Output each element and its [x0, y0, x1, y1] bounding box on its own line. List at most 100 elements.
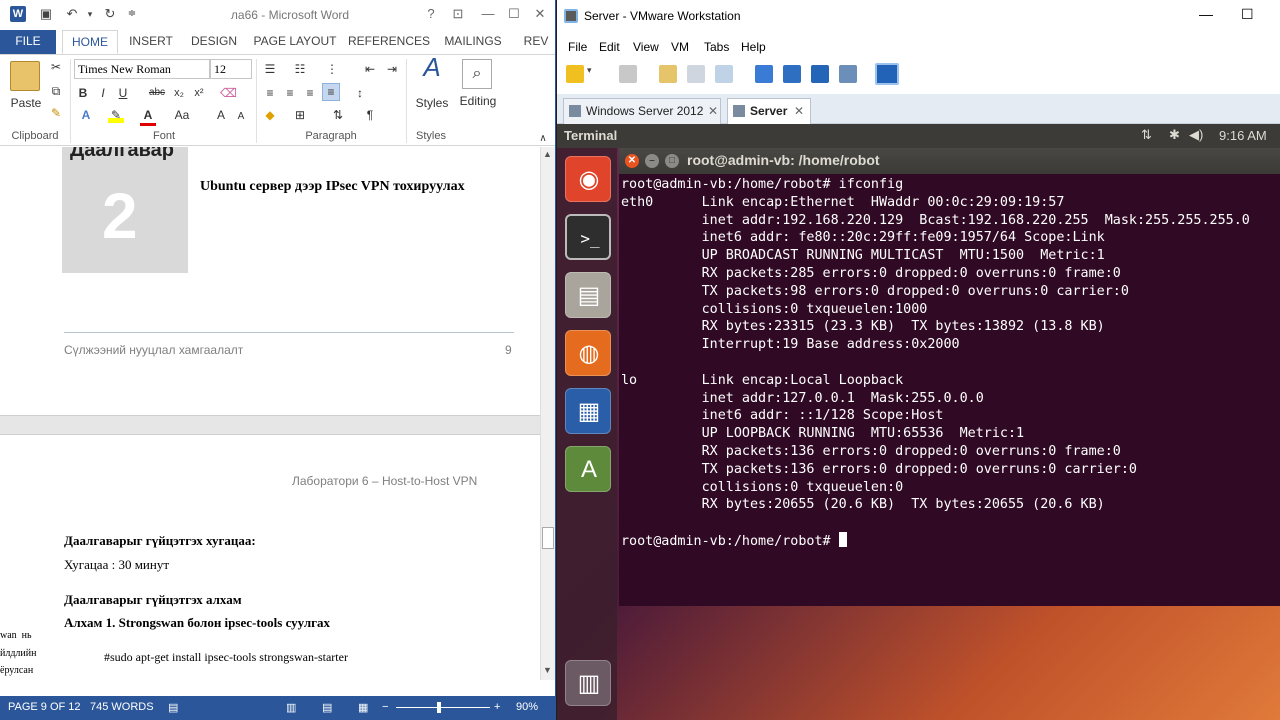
tab-close-icon[interactable]: ✕: [708, 99, 718, 123]
word-count[interactable]: 745 WORDS: [90, 701, 154, 713]
clear-formatting-icon[interactable]: ⌫: [220, 85, 237, 101]
ribbon-display-icon[interactable]: ⊡: [448, 5, 468, 23]
terminal-close-icon[interactable]: ✕: [625, 154, 639, 168]
change-case-icon[interactable]: Aa: [172, 107, 192, 123]
unity-icon[interactable]: [839, 65, 857, 83]
tab-mailings[interactable]: MAILINGS: [440, 30, 506, 54]
menu-file[interactable]: File: [568, 40, 587, 54]
zoom-slider-thumb[interactable]: [437, 702, 441, 713]
console-view-icon[interactable]: [875, 63, 899, 85]
tab-insert[interactable]: INSERT: [124, 30, 178, 54]
scroll-up-icon[interactable]: ▲: [543, 149, 552, 159]
underline-icon[interactable]: U: [116, 85, 130, 101]
tab-design[interactable]: DESIGN: [186, 30, 242, 54]
align-center-icon[interactable]: ≡: [282, 85, 298, 101]
menu-view[interactable]: View: [633, 40, 659, 54]
bold-icon[interactable]: B: [76, 85, 90, 101]
menu-vm[interactable]: VM: [671, 40, 689, 54]
web-layout-icon[interactable]: ▦: [358, 701, 368, 714]
superscript-icon[interactable]: x²: [192, 85, 206, 101]
network-icon[interactable]: ⇅: [1141, 127, 1152, 143]
vm-minimize-icon[interactable]: —: [1199, 6, 1213, 22]
print-layout-icon[interactable]: ▤: [322, 701, 332, 714]
send-ctrl-alt-del-icon[interactable]: [619, 65, 637, 83]
highlight-icon[interactable]: ✎: [108, 107, 124, 123]
bluetooth-icon[interactable]: ✱: [1169, 127, 1180, 143]
thumbnail-bar-icon[interactable]: [783, 65, 801, 83]
full-screen-icon[interactable]: [811, 65, 829, 83]
terminal-maximize-icon[interactable]: □: [665, 154, 679, 168]
justify-icon[interactable]: ≡: [322, 83, 340, 101]
multilevel-list-icon[interactable]: ⋮: [324, 61, 340, 77]
show-library-icon[interactable]: [755, 65, 773, 83]
editing-button[interactable]: Editing: [456, 93, 500, 109]
undo-icon[interactable]: ↶: [64, 6, 80, 22]
styles-icon[interactable]: A: [418, 54, 446, 80]
format-painter-icon[interactable]: ✎: [48, 105, 64, 121]
styles-button[interactable]: Styles: [410, 95, 454, 111]
menu-help[interactable]: Help: [741, 40, 766, 54]
strikethrough-icon[interactable]: abc: [146, 85, 168, 101]
files-icon[interactable]: ▤: [565, 272, 611, 318]
tab-close-icon[interactable]: ✕: [794, 99, 804, 123]
subscript-icon[interactable]: x₂: [172, 85, 186, 101]
firefox-icon[interactable]: ◍: [565, 330, 611, 376]
numbering-icon[interactable]: ☷: [292, 61, 308, 77]
undo-dropdown-icon[interactable]: ▾: [82, 6, 98, 22]
clock[interactable]: 9:16 AM: [1219, 128, 1267, 143]
dash-icon[interactable]: ◉: [565, 156, 611, 202]
italic-icon[interactable]: I: [96, 85, 110, 101]
zoom-in-icon[interactable]: +: [494, 701, 500, 713]
text-effects-icon[interactable]: A: [78, 107, 94, 123]
document-area[interactable]: Даалгавар 2 Ubuntu сервер дээр IPsec VPN…: [0, 147, 540, 680]
close-icon[interactable]: ✕: [530, 5, 550, 23]
paste-icon[interactable]: [10, 61, 40, 91]
trash-icon[interactable]: ▥: [565, 660, 611, 706]
redo-icon[interactable]: ↻: [102, 6, 118, 22]
copy-icon[interactable]: ⧉: [48, 83, 64, 99]
decrease-indent-icon[interactable]: ⇤: [362, 61, 378, 77]
tab-server[interactable]: Server ✕: [727, 98, 811, 124]
terminal-minimize-icon[interactable]: –: [645, 154, 659, 168]
tab-windows-server[interactable]: Windows Server 2012 ✕: [563, 98, 721, 124]
page-count[interactable]: PAGE 9 OF 12: [8, 701, 81, 713]
writer-icon[interactable]: ▦: [565, 388, 611, 434]
bullets-icon[interactable]: ☰: [262, 61, 278, 77]
snapshot-manager-icon[interactable]: [715, 65, 733, 83]
pause-icon[interactable]: [566, 65, 584, 83]
help-icon[interactable]: ?: [421, 5, 441, 23]
shrink-font-icon[interactable]: A: [234, 109, 248, 125]
zoom-level[interactable]: 90%: [516, 701, 538, 713]
read-mode-icon[interactable]: ▥: [286, 701, 296, 714]
show-marks-icon[interactable]: ¶: [362, 107, 378, 123]
tab-page-layout[interactable]: PAGE LAYOUT: [252, 30, 338, 54]
shading-icon[interactable]: ◆: [262, 107, 278, 123]
vertical-scrollbar[interactable]: ▲ ▼: [540, 147, 555, 680]
tab-file[interactable]: FILE: [0, 30, 56, 54]
snapshot-icon[interactable]: [659, 65, 677, 83]
maximize-icon[interactable]: ☐: [504, 5, 524, 23]
menu-tabs[interactable]: Tabs: [704, 40, 729, 54]
customize-qat-icon[interactable]: ≑: [124, 6, 140, 22]
font-color-icon[interactable]: A: [140, 107, 156, 126]
power-dropdown-icon[interactable]: ▾: [587, 65, 595, 83]
sort-icon[interactable]: ⇅: [330, 107, 346, 123]
revert-snapshot-icon[interactable]: [687, 65, 705, 83]
proofing-icon[interactable]: ▤: [168, 701, 178, 714]
save-icon[interactable]: ▣: [38, 6, 54, 22]
menu-edit[interactable]: Edit: [599, 40, 620, 54]
tab-home[interactable]: HOME: [62, 30, 118, 54]
line-spacing-icon[interactable]: ↕: [352, 85, 368, 101]
align-left-icon[interactable]: ≡: [262, 85, 278, 101]
zoom-slider[interactable]: [396, 707, 490, 708]
ubuntu-desktop[interactable]: Terminal ⇅ ✱ ◀) 9:16 AM ◉ >_ ▤ ◍ ▦ A ▥ ✕…: [557, 124, 1280, 720]
vm-maximize-icon[interactable]: ☐: [1241, 6, 1254, 23]
paste-button[interactable]: Paste: [6, 95, 46, 111]
terminal-output[interactable]: root@admin-vb:/home/robot# ifconfig eth0 …: [621, 176, 1280, 604]
software-center-icon[interactable]: A: [565, 446, 611, 492]
terminal-window[interactable]: ✕ – □ root@admin-vb: /home/robot root@ad…: [619, 148, 1280, 606]
terminal-prompt-line[interactable]: root@admin-vb:/home/robot#: [621, 531, 1280, 551]
align-right-icon[interactable]: ≡: [302, 85, 318, 101]
grow-font-icon[interactable]: A: [214, 107, 228, 123]
find-icon[interactable]: ⌕: [462, 59, 492, 89]
